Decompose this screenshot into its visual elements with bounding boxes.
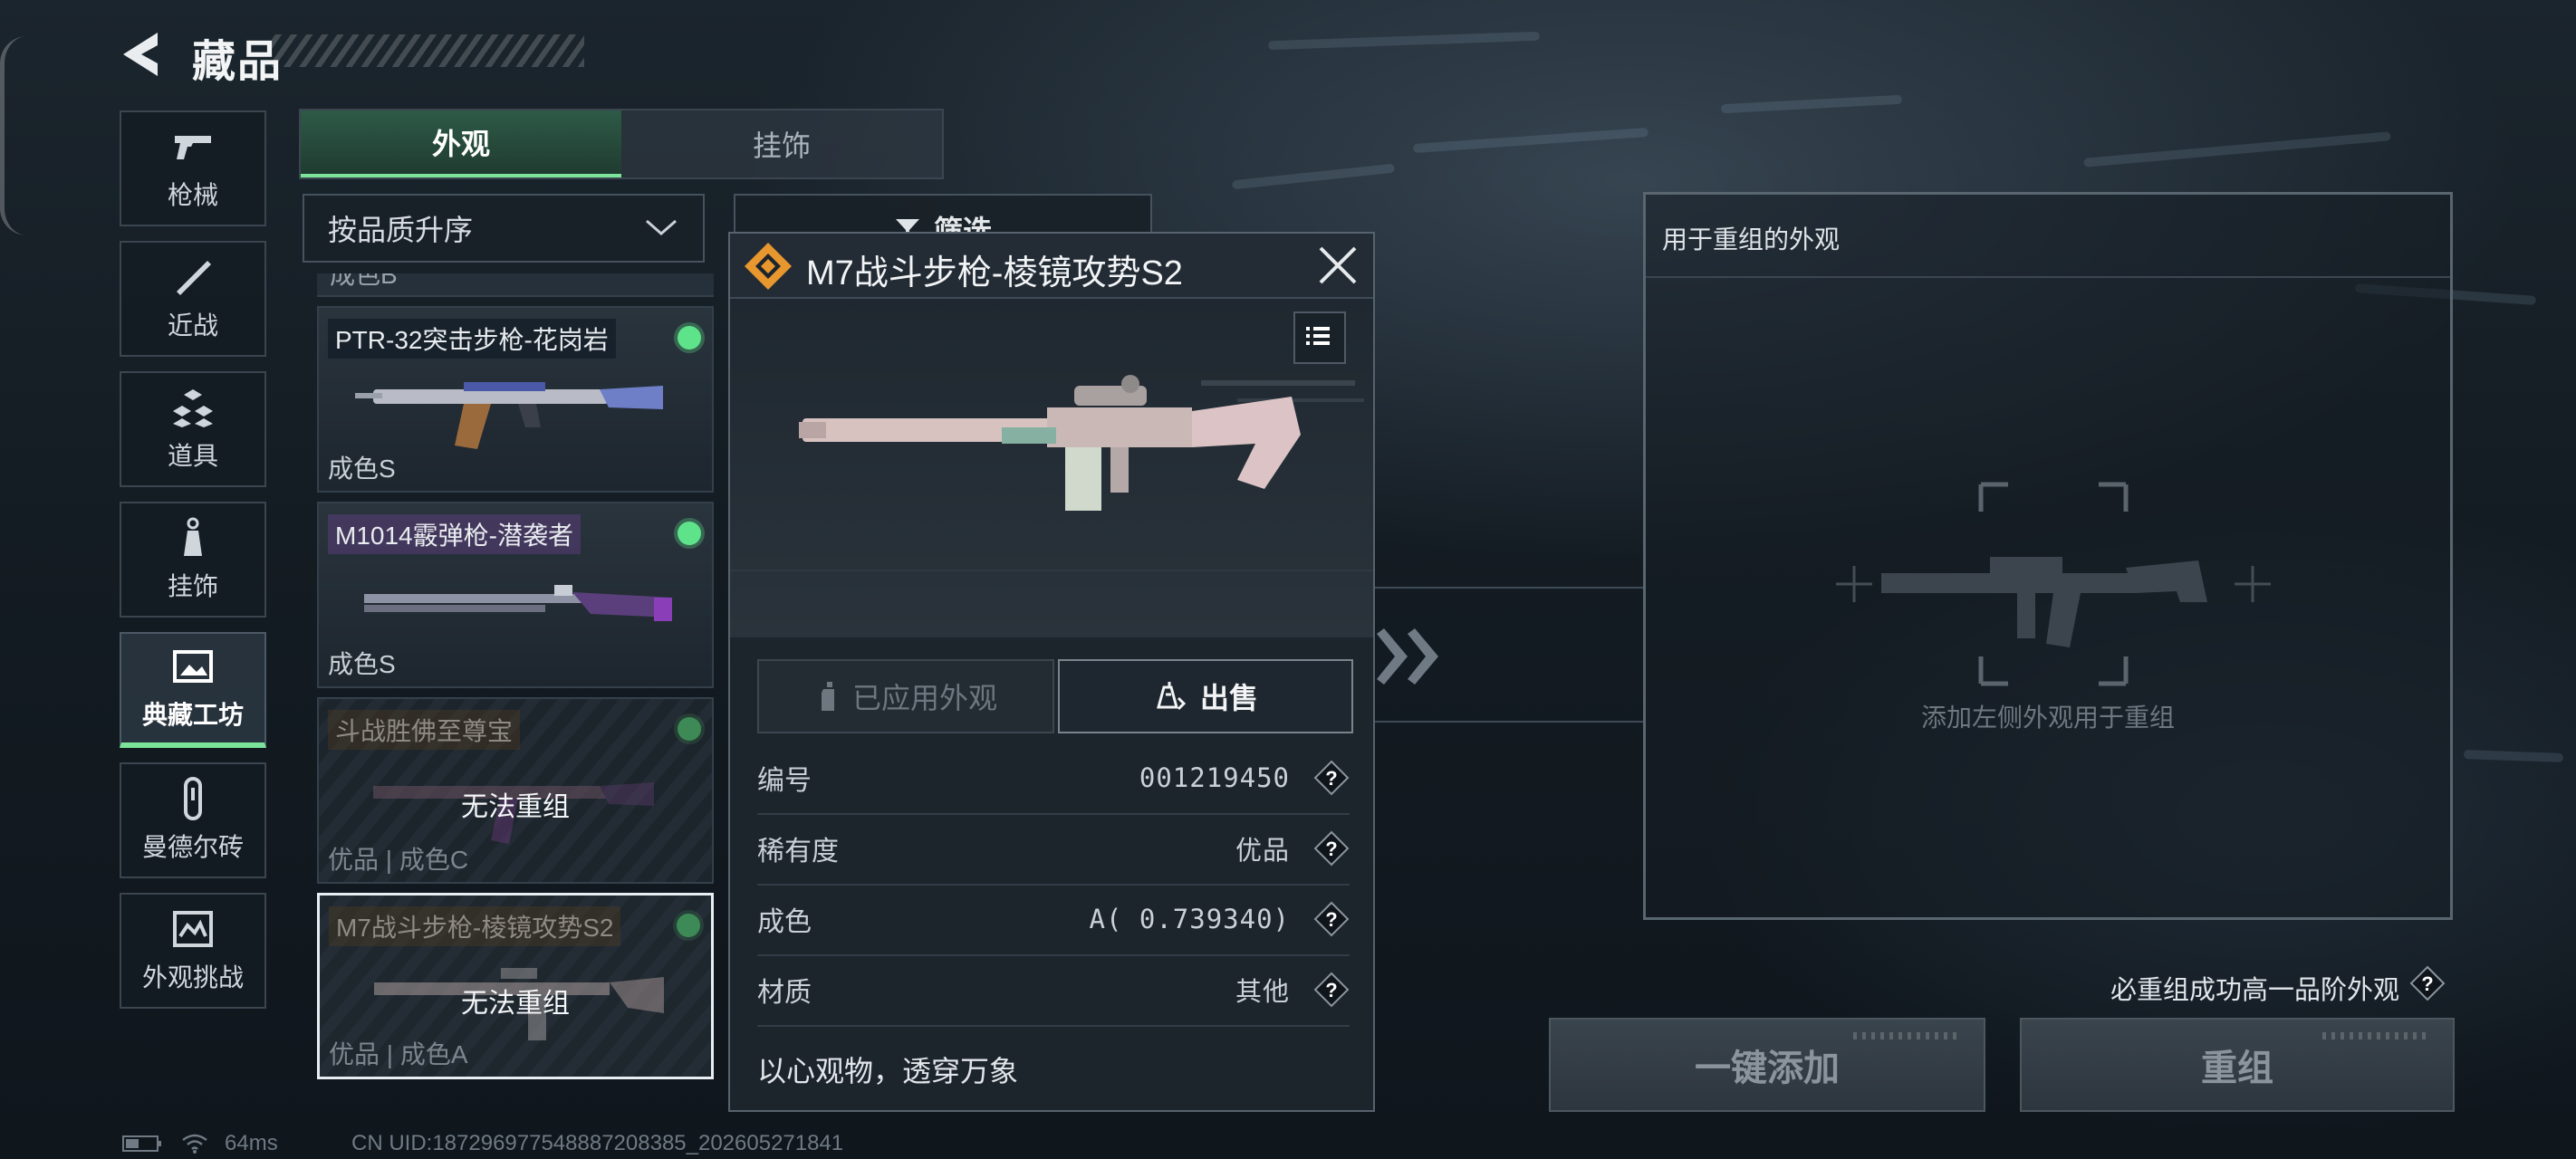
sell-icon	[1157, 682, 1186, 711]
back-arrow-icon[interactable]	[116, 27, 170, 81]
list-item[interactable]: PTR-32突击步枪-花岗岩 成色S	[317, 306, 714, 493]
edge-decoration	[0, 36, 27, 235]
item-name: 斗战胜佛至尊宝	[328, 710, 521, 750]
info-row-material: 材质 其他 ?	[757, 954, 1350, 1027]
item-name: M1014霰弹枪-潜袭者	[328, 514, 581, 554]
recombine-button[interactable]: 重组	[2020, 1018, 2455, 1112]
chevron-down-icon	[646, 219, 677, 235]
sidebar-item-workshop[interactable]: 典藏工坊	[120, 632, 266, 748]
status-dot-icon	[678, 717, 701, 741]
help-icon[interactable]: ?	[2409, 965, 2446, 1001]
status-dot-icon	[677, 914, 700, 937]
svg-text:?: ?	[1325, 838, 1337, 860]
applied-skin-button: 已应用外观	[757, 659, 1054, 733]
list-item[interactable]: 成色B	[317, 273, 714, 297]
cubes-icon	[173, 389, 213, 427]
wifi-icon	[182, 1134, 207, 1154]
recombine-panel: 用于重组的外观 添加左侧外观用于重组	[1643, 192, 2453, 920]
spray-icon	[821, 682, 834, 711]
status-dot-icon	[678, 326, 701, 350]
sidebar-item-charms[interactable]: 挂饰	[120, 502, 266, 618]
pistol-icon	[175, 136, 211, 159]
svg-text:?: ?	[1325, 979, 1337, 1001]
info-row-wear: 成色 A( 0.739340) ?	[757, 884, 1350, 956]
info-row-rarity: 稀有度 优品 ?	[757, 813, 1350, 886]
list-view-button[interactable]	[1293, 311, 1346, 364]
tab-bar: 外观 挂饰	[299, 109, 944, 179]
status-dot-icon	[678, 522, 701, 545]
quick-add-button[interactable]: 一键添加	[1549, 1018, 1985, 1112]
sidebar-item-mandel-brick[interactable]: 曼德尔砖	[120, 762, 266, 878]
weapon-preview	[730, 299, 1373, 637]
detail-header: M7战斗步枪-棱镜攻势S2	[730, 234, 1373, 299]
title-decoration	[272, 34, 584, 67]
knife-icon	[177, 261, 211, 295]
tab-appearance[interactable]: 外观	[301, 110, 621, 177]
item-grade: 优品 | 成色A	[329, 1040, 468, 1068]
list-item[interactable]: M1014霰弹枪-潜袭者 成色S	[317, 502, 714, 688]
page-title: 藏品	[192, 38, 284, 86]
list-item-selected[interactable]: M7战斗步枪-棱镜攻势S2 无法重组 优品 | 成色A	[317, 893, 714, 1079]
sidebar-item-props[interactable]: 道具	[120, 371, 266, 487]
brick-icon	[184, 777, 202, 820]
item-detail-popup: M7战斗步枪-棱镜攻势S2 已应用外观 出售 编号 001219450 ? 稀有…	[728, 232, 1375, 1112]
help-icon[interactable]: ?	[1313, 760, 1350, 796]
rarity-diamond-icon	[745, 243, 792, 290]
help-icon[interactable]: ?	[1313, 901, 1350, 937]
list-item[interactable]: 斗战胜佛至尊宝 无法重组 优品 | 成色C	[317, 697, 714, 884]
uid-text: CN UID:187296977548887208385_20260527184…	[351, 1131, 844, 1155]
item-list: 成色B PTR-32突击步枪-花岗岩 成色S M1014霰弹枪-潜袭者 成色S …	[317, 273, 714, 1097]
sell-button[interactable]: 出售	[1058, 659, 1353, 733]
recombine-title: 用于重组的外观	[1662, 225, 1841, 254]
sort-dropdown[interactable]: 按品质升序	[303, 194, 705, 263]
svg-text:?: ?	[2421, 972, 2433, 995]
svg-text:?: ?	[1325, 767, 1337, 790]
sort-value: 按品质升序	[328, 214, 474, 246]
battery-icon	[122, 1135, 161, 1152]
shotgun-image	[364, 585, 672, 621]
empty-slot-rifle-icon[interactable]	[1782, 466, 2325, 702]
item-name: PTR-32突击步枪-花岗岩	[328, 319, 616, 359]
sidebar-item-skin-challenge[interactable]: 外观挑战	[120, 893, 266, 1009]
svg-text:?: ?	[1325, 908, 1337, 931]
help-icon[interactable]: ?	[1313, 972, 1350, 1008]
flavor-text: 以心观物，透穿万象	[757, 1055, 1019, 1087]
m7-rifle-image	[730, 375, 1373, 571]
item-grade: 优品 | 成色C	[328, 846, 469, 874]
help-icon[interactable]: ?	[1313, 830, 1350, 867]
close-icon[interactable]	[1315, 243, 1360, 288]
sidebar-item-firearms[interactable]: 枪械	[120, 110, 266, 226]
connector-bar	[1375, 587, 1643, 723]
rifle-image	[355, 382, 663, 449]
ping-text: 64ms	[225, 1131, 278, 1155]
gallery-icon	[173, 650, 213, 683]
item-grade: 成色S	[328, 455, 396, 483]
sidebar-item-melee[interactable]: 近战	[120, 241, 266, 357]
cannot-recombine-label: 无法重组	[461, 989, 570, 1019]
list-icon	[1306, 327, 1330, 345]
item-name: M7战斗步枪-棱镜攻势S2	[329, 906, 621, 946]
slot-hint: 添加左侧外观用于重组	[1920, 704, 2175, 732]
item-grade: 成色S	[328, 650, 396, 678]
detail-title: M7战斗步枪-棱镜攻势S2	[806, 254, 1183, 292]
charm-icon	[184, 517, 202, 556]
info-row-serial: 编号 001219450 ?	[757, 742, 1350, 815]
cannot-recombine-label: 无法重组	[461, 792, 570, 822]
double-chevron-right-icon	[1377, 628, 1438, 685]
challenge-icon	[173, 911, 213, 947]
tab-charms[interactable]: 挂饰	[621, 110, 942, 177]
guarantee-text: 必重组成功高一品阶外观	[2110, 976, 2400, 1005]
divider	[1646, 276, 2450, 278]
status-bar: 64ms	[121, 1130, 278, 1157]
